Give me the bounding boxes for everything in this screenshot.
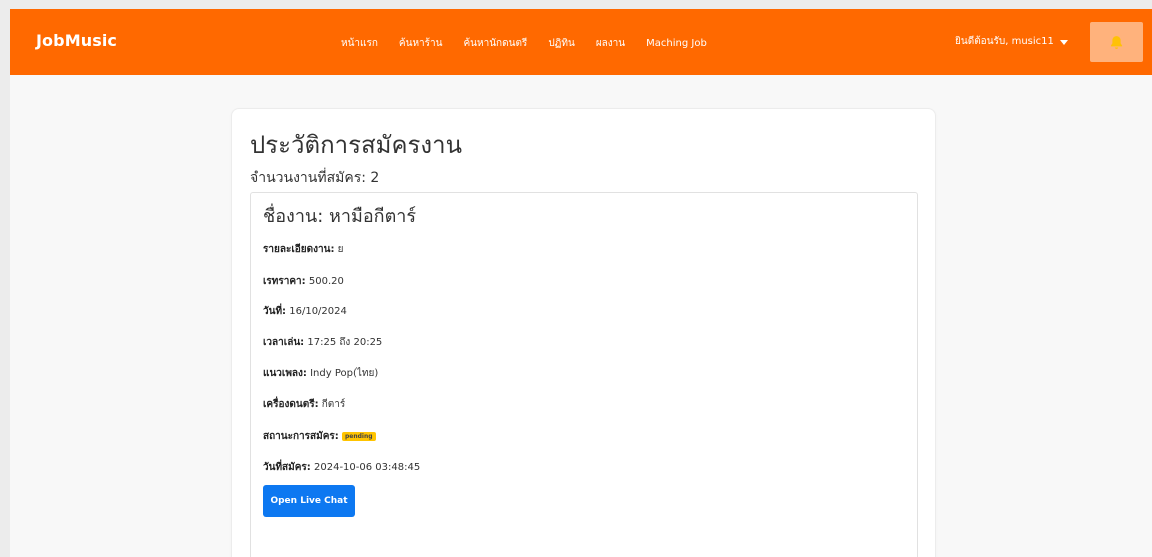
notification-button[interactable] — [1090, 22, 1143, 62]
applied-jobs-count: จำนวนงานที่สมัคร: 2 — [250, 167, 379, 189]
application-history-card: ประวัติการสมัครงาน จำนวนงานที่สมัคร: 2 ช… — [232, 109, 935, 557]
job-instrument: เครื่องดนตรี: กีตาร์ — [263, 398, 345, 411]
user-greeting: ยินดีต้อนรับ, music11 — [955, 36, 1054, 47]
nav-link-portfolio[interactable]: ผลงาน — [596, 36, 625, 51]
nav-link-search-venues[interactable]: ค้นหาร้าน — [399, 36, 443, 51]
main-nav: หน้าแรก ค้นหาร้าน ค้นหานักดนตรี ปฏิทิน ผ… — [341, 35, 707, 51]
top-navbar: JobMusic หน้าแรก ค้นหาร้าน ค้นหานักดนตรี… — [10, 9, 1152, 75]
nav-link-search-musicians[interactable]: ค้นหานักดนตรี — [463, 36, 527, 51]
user-menu-dropdown[interactable]: ยินดีต้อนรับ, music11 — [955, 34, 1068, 49]
detail-label: เวลาเล่น: — [263, 337, 305, 348]
job-date: วันที่: 16/10/2024 — [263, 305, 347, 318]
detail-value: 2024-10-06 03:48:45 — [314, 462, 421, 473]
brand-logo[interactable]: JobMusic — [36, 31, 117, 50]
detail-value: 16/10/2024 — [289, 306, 347, 317]
detail-label: รายละเอียดงาน: — [263, 244, 335, 255]
applied-jobs-count-label: จำนวนงานที่สมัคร: — [250, 170, 366, 186]
application-date: วันที่สมัคร: 2024-10-06 03:48:45 — [263, 461, 420, 474]
detail-label: วันที่สมัคร: — [263, 462, 311, 473]
page-title: ประวัติการสมัครงาน — [250, 131, 462, 159]
nav-link-home[interactable]: หน้าแรก — [341, 36, 378, 51]
detail-label: วันที่: — [263, 306, 287, 317]
job-title: ชื่องาน: หามือกีตาร์ — [263, 206, 416, 228]
status-badge: pending — [341, 432, 376, 441]
page-frame: JobMusic หน้าแรก ค้นหาร้าน ค้นหานักดนตรี… — [10, 9, 1152, 557]
applied-jobs-count-value: 2 — [370, 170, 380, 186]
detail-label: เรทราคา: — [263, 276, 306, 287]
detail-label: สถานะการสมัคร: — [263, 431, 339, 442]
job-application-card: ชื่องาน: หามือกีตาร์ รายละเอียดงาน: ย เร… — [250, 192, 918, 557]
application-status: สถานะการสมัคร: pending — [263, 430, 376, 443]
chevron-down-icon — [1059, 39, 1068, 45]
nav-link-calendar[interactable]: ปฏิทิน — [548, 36, 575, 51]
job-title-value: หามือกีตาร์ — [329, 206, 417, 227]
job-title-label: ชื่องาน: — [263, 206, 324, 227]
detail-label: เครื่องดนตรี: — [263, 399, 319, 410]
detail-value: กีตาร์ — [321, 399, 346, 410]
job-rate: เรทราคา: 500.20 — [263, 275, 344, 288]
job-genre: แนวเพลง: Indy Pop(ไทย) — [263, 367, 378, 380]
detail-value: 17:25 ถึง 20:25 — [307, 337, 383, 348]
nav-link-matching-job[interactable]: Maching Job — [646, 38, 707, 49]
detail-value: ย — [337, 244, 344, 255]
job-play-time: เวลาเล่น: 17:25 ถึง 20:25 — [263, 336, 382, 349]
detail-value: 500.20 — [308, 276, 344, 287]
bell-icon — [1110, 35, 1123, 49]
detail-label: แนวเพลง: — [263, 368, 307, 379]
detail-value: Indy Pop(ไทย) — [310, 368, 379, 379]
job-description: รายละเอียดงาน: ย — [263, 243, 344, 256]
open-live-chat-button[interactable]: Open Live Chat — [263, 485, 355, 517]
